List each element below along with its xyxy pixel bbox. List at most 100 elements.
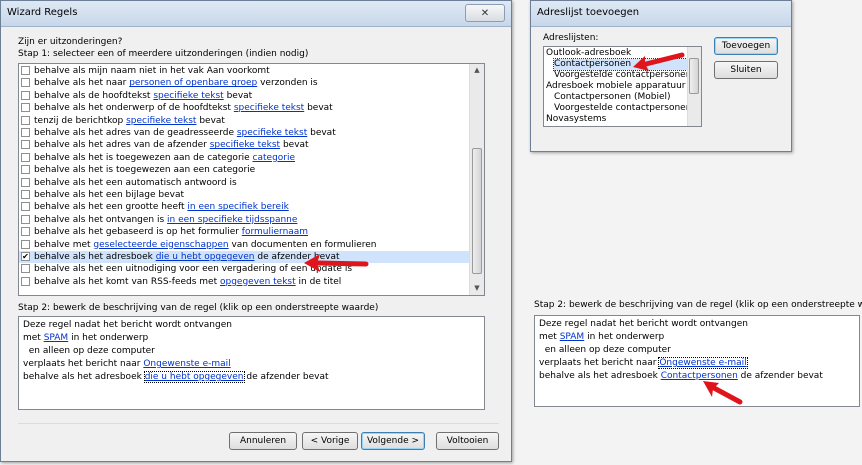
exception-value-link[interactable]: specifieke tekst: [234, 103, 304, 113]
scroll-thumb[interactable]: [472, 148, 482, 274]
exception-item[interactable]: behalve als het een grootte heeft in een…: [19, 201, 470, 213]
exceptions-list[interactable]: behalve als mijn naam niet in het vak Aa…: [18, 63, 485, 296]
exception-label: behalve als de hoofdtekst specifieke tek…: [34, 90, 252, 102]
exception-item[interactable]: behalve als het adres van de geadresseer…: [19, 127, 470, 139]
address-list-item[interactable]: Novasystems: [546, 114, 606, 125]
address-scroll-thumb[interactable]: [689, 58, 699, 94]
exception-value-link[interactable]: specifieke tekst: [153, 91, 223, 101]
exception-item[interactable]: behalve als het is toegewezen aan de cat…: [19, 152, 470, 164]
description-line: met SPAM in het onderwerp: [539, 331, 664, 343]
exception-value-link[interactable]: formuliernaam: [242, 227, 308, 237]
back-button[interactable]: < Vorige: [302, 432, 358, 450]
exception-item[interactable]: behalve als het ontvangen is in een spec…: [19, 214, 470, 226]
checkbox-icon[interactable]: [21, 103, 30, 113]
result-junk-mail-link[interactable]: Ongewenste e-mail: [658, 357, 748, 369]
address-list-item[interactable]: Voorgestelde contactpersonen (M: [554, 103, 701, 114]
description-line: verplaats het bericht naar Ongewenste e-…: [539, 357, 748, 369]
exceptions-scrollbar[interactable]: ▲ ▼: [469, 64, 484, 295]
question-label: Zijn er uitzonderingen?: [18, 37, 123, 47]
exception-value-link[interactable]: geselecteerde eigenschappen: [93, 240, 228, 250]
exception-text: behalve als het is toegewezen aan de cat…: [34, 152, 253, 163]
junk-mail-folder-link[interactable]: Ongewenste e-mail: [143, 359, 230, 369]
checkbox-icon[interactable]: [21, 276, 30, 286]
exception-item[interactable]: behalve als het een automatisch antwoord…: [19, 177, 470, 189]
cancel-button[interactable]: Annuleren: [229, 432, 297, 450]
add-button[interactable]: Toevoegen: [714, 37, 778, 55]
exception-value-link[interactable]: opgegeven tekst: [220, 277, 296, 287]
description-text: en alleen op deze computer: [23, 346, 155, 356]
checkbox-icon[interactable]: [21, 115, 30, 125]
result-step2-label: Stap 2: bewerk de beschrijving van de re…: [534, 300, 862, 310]
checkbox-icon[interactable]: [21, 239, 30, 249]
spam-link[interactable]: SPAM: [44, 333, 69, 343]
checkbox-icon[interactable]: [21, 90, 30, 100]
annotation-arrow-icon: [703, 381, 743, 405]
scroll-down-icon[interactable]: ▼: [470, 282, 484, 295]
exception-item[interactable]: behalve als het gebaseerd is op het form…: [19, 226, 470, 238]
step2-label: Stap 2: bewerk de beschrijving van de re…: [18, 303, 379, 313]
checkbox-icon[interactable]: [21, 264, 30, 274]
checked-checkbox-icon[interactable]: ✔: [21, 252, 30, 261]
exception-item[interactable]: behalve als het komt van RSS-feeds met o…: [19, 276, 470, 288]
exception-label: behalve als het is toegewezen aan de cat…: [34, 152, 295, 164]
exception-value-link[interactable]: specifieke tekst: [237, 128, 307, 138]
exception-text: behalve als mijn naam niet in het vak Aa…: [34, 66, 270, 76]
exception-item[interactable]: behalve als mijn naam niet in het vak Aa…: [19, 65, 470, 77]
finish-button[interactable]: Voltooien: [436, 432, 499, 450]
exception-text: behalve als het onderwerp of de hoofdtek…: [34, 103, 234, 114]
rules-wizard-dialog: Wizard Regels ✕ Zijn er uitzonderingen? …: [0, 0, 512, 462]
exception-item[interactable]: behalve met geselecteerde eigenschappen …: [19, 239, 470, 251]
scroll-up-icon[interactable]: ▲: [470, 64, 484, 77]
exception-text: bevat: [280, 140, 309, 151]
add-address-list-dialog: Adreslijst toevoegen Adreslijsten: Outlo…: [530, 0, 792, 152]
exception-value-link[interactable]: die u hebt opgegeven: [156, 252, 255, 262]
checkbox-icon[interactable]: [21, 152, 30, 162]
exception-text: behalve als de hoofdtekst: [34, 90, 154, 101]
exception-item[interactable]: ✔ behalve als het adresboek die u hebt op…: [19, 251, 470, 263]
exception-item[interactable]: tenzij de berichtkop specifieke tekst be…: [19, 115, 470, 127]
rule-description-box: Deze regel nadat het bericht wordt ontva…: [18, 316, 485, 410]
exception-label: behalve als het adresboek die u hebt opg…: [34, 251, 340, 263]
exception-value-link[interactable]: in een specifiek bereik: [187, 202, 288, 212]
description-text: verplaats het bericht naar: [539, 358, 660, 368]
exception-value-link[interactable]: specifieke tekst: [126, 116, 196, 126]
exception-item[interactable]: behalve als het naar personen of openbar…: [19, 77, 470, 89]
checkbox-icon[interactable]: [21, 128, 30, 137]
exception-item[interactable]: behalve als de hoofdtekst specifieke tek…: [19, 90, 470, 102]
result-spam-link[interactable]: SPAM: [560, 332, 585, 342]
exception-item[interactable]: behalve als het onderwerp of de hoofdtek…: [19, 102, 470, 114]
checkbox-icon[interactable]: [21, 227, 30, 237]
checkbox-icon[interactable]: [21, 78, 30, 88]
close-button[interactable]: Sluiten: [714, 61, 778, 79]
close-icon[interactable]: ✕: [465, 4, 505, 22]
address-lists-scrollbar[interactable]: [687, 47, 701, 126]
checkbox-icon[interactable]: [21, 214, 30, 224]
exception-text: verzonden is: [257, 78, 318, 89]
result-description-box: Deze regel nadat het bericht wordt ontva…: [534, 315, 860, 407]
next-button[interactable]: Volgende >: [361, 432, 425, 450]
exception-label: behalve als het een bijlage bevat: [34, 189, 184, 201]
checkbox-icon[interactable]: [21, 202, 30, 212]
checkbox-icon[interactable]: [21, 140, 30, 150]
address-list-item[interactable]: Adresboek mobiele apparatuur: [546, 81, 686, 92]
exception-item[interactable]: behalve als het een bijlage bevat: [19, 189, 470, 201]
exception-value-link[interactable]: specifieke tekst: [210, 140, 280, 150]
exception-text: tenzij de berichtkop: [34, 115, 127, 126]
exception-value-link[interactable]: personen of openbare groep: [129, 78, 257, 88]
exception-text: behalve als het ontvangen is: [34, 214, 168, 225]
exception-item[interactable]: behalve als het adres van de afzender sp…: [19, 139, 470, 151]
exception-item[interactable]: behalve als het is toegewezen aan een ca…: [19, 164, 470, 176]
exception-text: behalve met: [34, 239, 94, 250]
exception-text: behalve als het naar: [34, 78, 130, 89]
checkbox-icon[interactable]: [21, 177, 30, 187]
checkbox-icon[interactable]: [21, 66, 30, 75]
exception-value-link[interactable]: in een specifieke tijdsspanne: [167, 215, 297, 225]
address-list-item[interactable]: Contactpersonen (Mobiel): [554, 92, 671, 103]
checkbox-icon[interactable]: [21, 190, 30, 199]
address-list-item[interactable]: Outlook-adresboek: [546, 48, 631, 59]
address-dialog-title: Adreslijst toevoegen: [537, 7, 640, 18]
address-book-link[interactable]: die u hebt opgegeven: [143, 371, 245, 383]
exception-value-link[interactable]: categorie: [253, 153, 296, 163]
exception-item[interactable]: behalve als het een uitnodiging voor een…: [19, 263, 470, 275]
checkbox-icon[interactable]: [21, 165, 30, 175]
